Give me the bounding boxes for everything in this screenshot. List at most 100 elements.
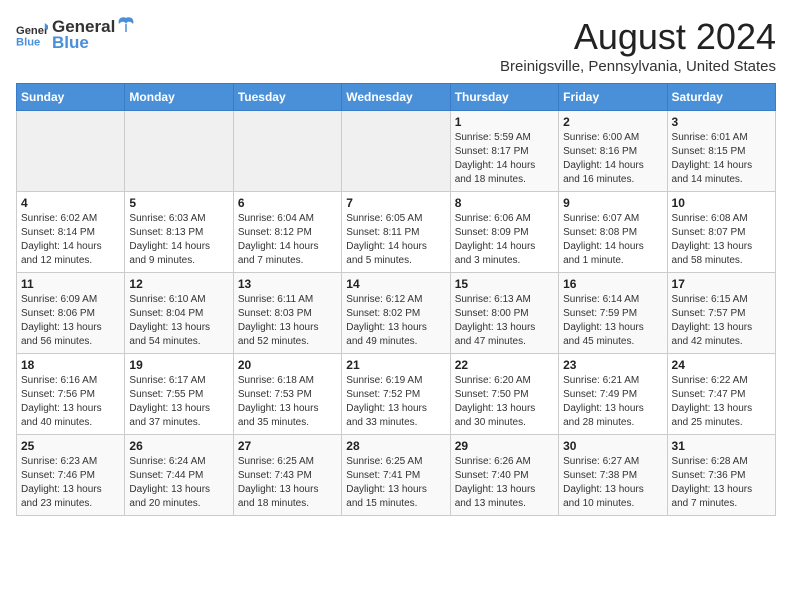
day-cell-w2-d4: 7 Sunrise: 6:05 AMSunset: 8:11 PMDaylight… (342, 192, 450, 273)
day-detail: Sunrise: 6:23 AMSunset: 7:46 PMDaylight:… (21, 455, 120, 511)
day-number: 2 (563, 115, 662, 129)
day-number: 12 (129, 277, 228, 291)
day-number: 8 (455, 196, 554, 210)
day-number: 30 (563, 439, 662, 453)
page-subtitle: Breinigsville, Pennsylvania, United Stat… (500, 58, 776, 75)
day-cell-w1-d5: 1 Sunrise: 5:59 AMSunset: 8:17 PMDaylight… (450, 111, 558, 192)
day-number: 11 (21, 277, 120, 291)
day-cell-w5-d4: 28 Sunrise: 6:25 AMSunset: 7:41 PMDayligh… (342, 435, 450, 516)
svg-text:General: General (16, 25, 48, 37)
day-detail: Sunrise: 6:16 AMSunset: 7:56 PMDaylight:… (21, 374, 120, 430)
day-detail: Sunrise: 6:07 AMSunset: 8:08 PMDaylight:… (563, 212, 662, 268)
calendar-table: Sunday Monday Tuesday Wednesday Thursday… (16, 83, 776, 516)
header-wednesday: Wednesday (342, 84, 450, 111)
day-cell-w3-d2: 12 Sunrise: 6:10 AMSunset: 8:04 PMDayligh… (125, 273, 233, 354)
day-number: 27 (238, 439, 337, 453)
day-cell-w2-d7: 10 Sunrise: 6:08 AMSunset: 8:07 PMDayligh… (667, 192, 775, 273)
header-tuesday: Tuesday (233, 84, 341, 111)
day-cell-w5-d2: 26 Sunrise: 6:24 AMSunset: 7:44 PMDayligh… (125, 435, 233, 516)
generalblue-logo-icon: General Blue (16, 21, 48, 49)
day-cell-w4-d4: 21Sunrise: 6:19 AMSunset: 7:52 PMDayligh… (342, 354, 450, 435)
day-cell-w3-d4: 14 Sunrise: 6:12 AMSunset: 8:02 PMDayligh… (342, 273, 450, 354)
week-row-2: 4 Sunrise: 6:02 AMSunset: 8:14 PMDaylight… (17, 192, 776, 273)
day-detail: Sunrise: 6:02 AMSunset: 8:14 PMDaylight:… (21, 212, 120, 268)
day-number: 29 (455, 439, 554, 453)
day-detail: Sunrise: 6:11 AMSunset: 8:03 PMDaylight:… (238, 293, 337, 349)
day-detail: Sunrise: 6:08 AMSunset: 8:07 PMDaylight:… (672, 212, 771, 268)
day-detail: Sunrise: 6:18 AMSunset: 7:53 PMDaylight:… (238, 374, 337, 430)
day-cell-w5-d3: 27Sunrise: 6:25 AMSunset: 7:43 PMDayligh… (233, 435, 341, 516)
day-cell-w3-d5: 15Sunrise: 6:13 AMSunset: 8:00 PMDayligh… (450, 273, 558, 354)
day-cell-w4-d2: 19 Sunrise: 6:17 AMSunset: 7:55 PMDayligh… (125, 354, 233, 435)
day-number: 4 (21, 196, 120, 210)
day-detail: Sunrise: 6:27 AMSunset: 7:38 PMDaylight:… (563, 455, 662, 511)
day-cell-w3-d1: 11Sunrise: 6:09 AMSunset: 8:06 PMDayligh… (17, 273, 125, 354)
header-friday: Friday (559, 84, 667, 111)
day-cell-w4-d3: 20 Sunrise: 6:18 AMSunset: 7:53 PMDayligh… (233, 354, 341, 435)
day-cell-w2-d1: 4 Sunrise: 6:02 AMSunset: 8:14 PMDaylight… (17, 192, 125, 273)
header-saturday: Saturday (667, 84, 775, 111)
week-row-5: 25Sunrise: 6:23 AMSunset: 7:46 PMDayligh… (17, 435, 776, 516)
day-cell-w5-d1: 25Sunrise: 6:23 AMSunset: 7:46 PMDayligh… (17, 435, 125, 516)
day-detail: Sunrise: 6:21 AMSunset: 7:49 PMDaylight:… (563, 374, 662, 430)
day-cell-w5-d7: 31 Sunrise: 6:28 AMSunset: 7:36 PMDayligh… (667, 435, 775, 516)
logo: General Blue General Blue (16, 16, 135, 53)
day-cell-w1-d3 (233, 111, 341, 192)
day-number: 14 (346, 277, 445, 291)
day-detail: Sunrise: 6:10 AMSunset: 8:04 PMDaylight:… (129, 293, 228, 349)
day-number: 17 (672, 277, 771, 291)
title-area: August 2024 Breinigsville, Pennsylvania,… (500, 16, 776, 75)
day-number: 15 (455, 277, 554, 291)
day-cell-w3-d7: 17Sunrise: 6:15 AMSunset: 7:57 PMDayligh… (667, 273, 775, 354)
day-number: 13 (238, 277, 337, 291)
header-monday: Monday (125, 84, 233, 111)
day-number: 22 (455, 358, 554, 372)
day-cell-w2-d2: 5 Sunrise: 6:03 AMSunset: 8:13 PMDaylight… (125, 192, 233, 273)
day-detail: Sunrise: 6:00 AMSunset: 8:16 PMDaylight:… (563, 131, 662, 187)
day-number: 19 (129, 358, 228, 372)
day-number: 20 (238, 358, 337, 372)
day-cell-w1-d1 (17, 111, 125, 192)
day-cell-w4-d5: 22 Sunrise: 6:20 AMSunset: 7:50 PMDayligh… (450, 354, 558, 435)
day-detail: Sunrise: 6:26 AMSunset: 7:40 PMDaylight:… (455, 455, 554, 511)
day-number: 23 (563, 358, 662, 372)
day-detail: Sunrise: 6:05 AMSunset: 8:11 PMDaylight:… (346, 212, 445, 268)
day-number: 28 (346, 439, 445, 453)
day-number: 9 (563, 196, 662, 210)
day-detail: Sunrise: 6:20 AMSunset: 7:50 PMDaylight:… (455, 374, 554, 430)
day-cell-w4-d7: 24Sunrise: 6:22 AMSunset: 7:47 PMDayligh… (667, 354, 775, 435)
day-number: 10 (672, 196, 771, 210)
day-detail: Sunrise: 6:14 AMSunset: 7:59 PMDaylight:… (563, 293, 662, 349)
day-detail: Sunrise: 6:17 AMSunset: 7:55 PMDaylight:… (129, 374, 228, 430)
header: General Blue General Blue August 2024 Br… (16, 16, 776, 75)
day-detail: Sunrise: 6:04 AMSunset: 8:12 PMDaylight:… (238, 212, 337, 268)
day-number: 16 (563, 277, 662, 291)
day-number: 5 (129, 196, 228, 210)
day-cell-w1-d7: 3Sunrise: 6:01 AMSunset: 8:15 PMDaylight… (667, 111, 775, 192)
day-cell-w5-d6: 30 Sunrise: 6:27 AMSunset: 7:38 PMDayligh… (559, 435, 667, 516)
day-cell-w3-d3: 13 Sunrise: 6:11 AMSunset: 8:03 PMDayligh… (233, 273, 341, 354)
day-cell-w1-d4 (342, 111, 450, 192)
week-row-4: 18 Sunrise: 6:16 AMSunset: 7:56 PMDayligh… (17, 354, 776, 435)
day-detail: Sunrise: 6:24 AMSunset: 7:44 PMDaylight:… (129, 455, 228, 511)
day-detail: Sunrise: 6:03 AMSunset: 8:13 PMDaylight:… (129, 212, 228, 268)
day-number: 26 (129, 439, 228, 453)
day-cell-w3-d6: 16 Sunrise: 6:14 AMSunset: 7:59 PMDayligh… (559, 273, 667, 354)
day-number: 24 (672, 358, 771, 372)
day-detail: Sunrise: 6:28 AMSunset: 7:36 PMDaylight:… (672, 455, 771, 511)
day-cell-w4-d1: 18 Sunrise: 6:16 AMSunset: 7:56 PMDayligh… (17, 354, 125, 435)
svg-text:Blue: Blue (16, 36, 40, 48)
header-thursday: Thursday (450, 84, 558, 111)
day-number: 18 (21, 358, 120, 372)
day-detail: Sunrise: 5:59 AMSunset: 8:17 PMDaylight:… (455, 131, 554, 187)
logo-bird-icon (117, 16, 135, 32)
day-cell-w1-d6: 2 Sunrise: 6:00 AMSunset: 8:16 PMDaylight… (559, 111, 667, 192)
day-number: 31 (672, 439, 771, 453)
day-number: 1 (455, 115, 554, 129)
day-detail: Sunrise: 6:01 AMSunset: 8:15 PMDaylight:… (672, 131, 771, 187)
day-detail: Sunrise: 6:12 AMSunset: 8:02 PMDaylight:… (346, 293, 445, 349)
day-number: 7 (346, 196, 445, 210)
day-cell-w2-d5: 8Sunrise: 6:06 AMSunset: 8:09 PMDaylight… (450, 192, 558, 273)
day-cell-w1-d2 (125, 111, 233, 192)
day-detail: Sunrise: 6:25 AMSunset: 7:41 PMDaylight:… (346, 455, 445, 511)
